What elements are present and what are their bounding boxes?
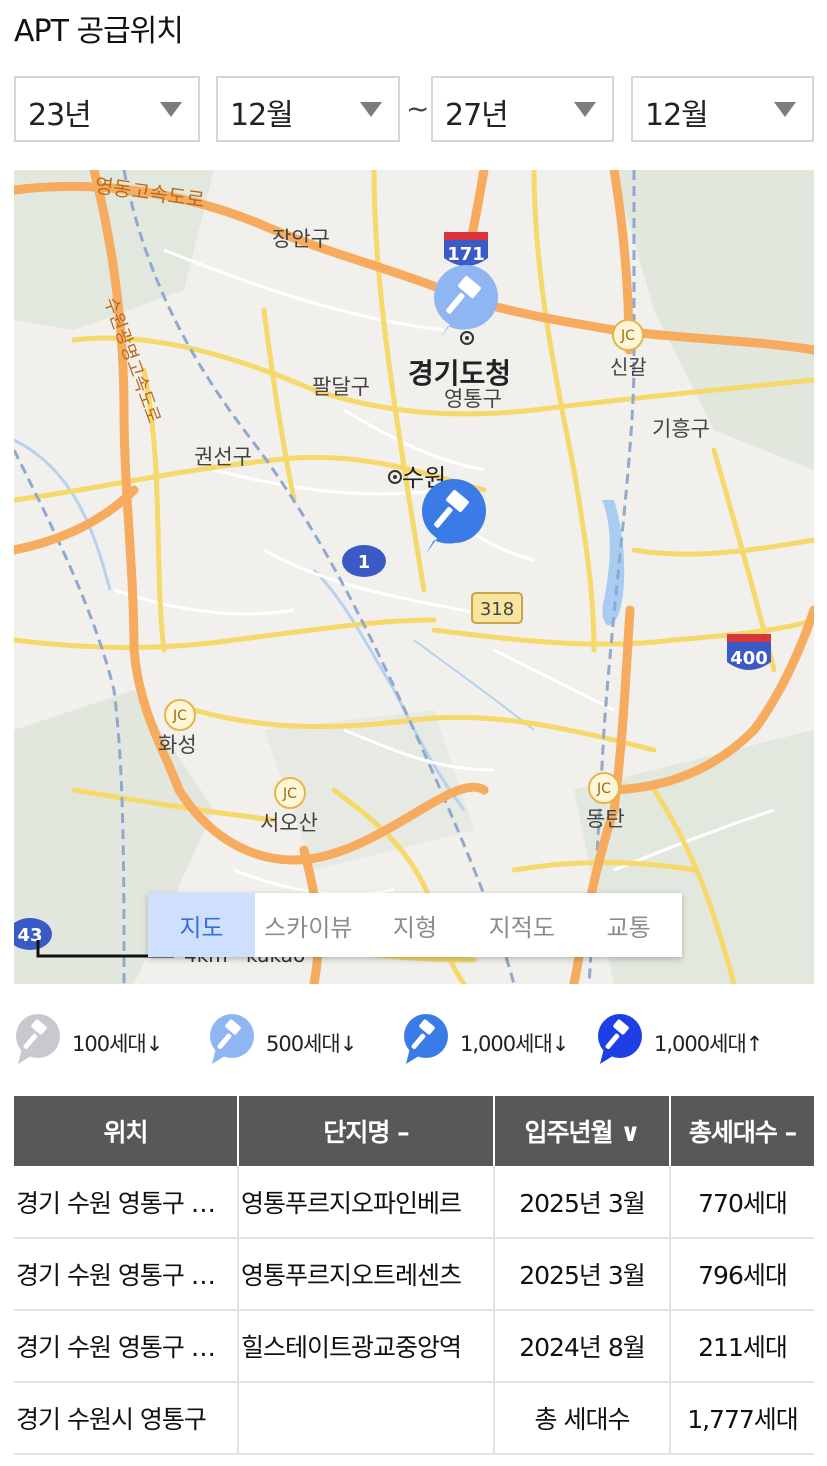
cell-total-households: 1,777세대	[670, 1382, 814, 1455]
gwonseon-label: 권선구	[194, 445, 252, 469]
dongtan-label: 동탄	[586, 807, 625, 831]
map-tab-map[interactable]: 지도	[148, 893, 255, 957]
end-year-select[interactable]: 27년	[431, 76, 614, 142]
col-header-movein[interactable]: 입주년월 ∨	[494, 1096, 671, 1166]
route-318-badge: 318	[480, 599, 514, 620]
suwon-expressway-label: 수원광명고속도로	[99, 295, 164, 427]
col-header-households[interactable]: 총세대수 –	[670, 1096, 814, 1166]
cell-total-label: 총 세대수	[494, 1382, 671, 1455]
map-tab-skyview[interactable]: 스카이뷰	[255, 893, 362, 957]
end-year-value: 27년	[445, 98, 509, 133]
cell-movein: 2024년 8월	[494, 1310, 671, 1383]
map-tab-terrain[interactable]: 지형	[362, 893, 469, 957]
svg-text:JC: JC	[596, 781, 611, 797]
dropdown-arrow-icon	[160, 102, 182, 117]
cell-households: 770세대	[670, 1166, 814, 1239]
cell-movein: 2025년 3월	[494, 1166, 671, 1239]
date-range-filter: 23년 12월 ~ 27년 12월	[14, 76, 814, 142]
cell-complex: 영통푸르지오트레센츠	[238, 1238, 495, 1311]
supply-pin-light-icon[interactable]	[434, 265, 498, 338]
table-row[interactable]: 경기 수원 영통구 이의동 영통푸르지오트레센츠 2025년 3월 796세대	[14, 1238, 814, 1311]
map-tab-traffic[interactable]: 교통	[575, 893, 682, 957]
svg-text:JC: JC	[620, 328, 635, 344]
start-year-select[interactable]: 23년	[14, 76, 200, 142]
cell-households: 211세대	[670, 1310, 814, 1383]
map-type-tabs: 지도 스카이뷰 지형 지적도 교통	[148, 893, 682, 957]
seosan-label: 서오산	[260, 811, 318, 835]
map-canvas[interactable]: 영동고속도로 장안구 수원광명고속도로 경기도청 영통구 팔달구 권선구 신갈 …	[14, 170, 814, 984]
end-month-select[interactable]: 12월	[631, 76, 814, 142]
supply-table: 위치 단지명 – 입주년월 ∨ 총세대수 – 경기 수원 영통구 이의동 영통푸…	[14, 1096, 814, 1455]
pin-dark-blue-icon	[598, 1014, 642, 1064]
svg-text:JC: JC	[172, 708, 187, 724]
svg-text:JC: JC	[282, 786, 297, 802]
cell-location: 경기 수원 영통구 이의동	[14, 1310, 239, 1383]
end-month-value: 12월	[645, 98, 709, 133]
table-row[interactable]: 경기 수원 영통구 이의동 힐스테이트광교중앙역 2024년 8월 211세대	[14, 1310, 814, 1383]
paldal-label: 팔달구	[312, 375, 370, 399]
legend-label: 1,000세대↑	[654, 1032, 763, 1056]
giheung-label: 기흥구	[652, 417, 710, 441]
map-tab-cadastral[interactable]: 지적도	[468, 893, 575, 957]
dropdown-arrow-icon	[574, 102, 596, 117]
range-separator: ~	[406, 92, 430, 125]
pin-legend: 100세대↓ 500세대↓ 1,000세대↓ 1,000세대↑	[14, 1010, 814, 1070]
route-400-badge: 400	[730, 648, 768, 669]
cell-movein: 2025년 3월	[494, 1238, 671, 1311]
cell-location: 경기 수원 영통구 이의동	[14, 1166, 239, 1239]
cell-complex: 영통푸르지오파인베르	[238, 1166, 495, 1239]
start-month-value: 12월	[230, 98, 294, 133]
hwaseong-label: 화성	[158, 733, 197, 757]
col-header-complex[interactable]: 단지명 –	[238, 1096, 495, 1166]
page-title: APT 공급위치	[14, 14, 184, 49]
table-header-row: 위치 단지명 – 입주년월 ∨ 총세대수 –	[14, 1096, 814, 1166]
start-month-select[interactable]: 12월	[216, 76, 400, 142]
cell-households: 796세대	[670, 1238, 814, 1311]
dropdown-arrow-icon	[774, 102, 796, 117]
jangan-label: 장안구	[272, 227, 330, 251]
cell-complex: 힐스테이트광교중앙역	[238, 1310, 495, 1383]
pin-gray-icon	[16, 1014, 60, 1064]
cell-location: 경기 수원 영통구 이의동	[14, 1238, 239, 1311]
col-header-location: 위치	[14, 1096, 239, 1166]
route-171-badge: 171	[447, 244, 485, 265]
start-year-value: 23년	[28, 98, 92, 133]
legend-label: 1,000세대↓	[460, 1032, 569, 1056]
route-1-badge: 1	[358, 552, 371, 573]
table-row[interactable]: 경기 수원 영통구 이의동 영통푸르지오파인베르 2025년 3월 770세대	[14, 1166, 814, 1239]
supply-pin-mid-icon[interactable]	[422, 479, 486, 554]
pin-light-blue-icon	[210, 1014, 254, 1064]
legend-label: 100세대↓	[72, 1032, 163, 1056]
map-view[interactable]: 영동고속도로 장안구 수원광명고속도로 경기도청 영통구 팔달구 권선구 신갈 …	[14, 170, 814, 984]
legend-label: 500세대↓	[266, 1032, 357, 1056]
yeongtong-label: 영통구	[444, 387, 502, 411]
table-total-row: 경기 수원시 영통구 총 세대수 1,777세대	[14, 1382, 814, 1455]
singal-label: 신갈	[610, 355, 647, 379]
cell-total-location: 경기 수원시 영통구	[14, 1382, 239, 1455]
cell-total-empty	[238, 1382, 495, 1455]
dropdown-arrow-icon	[360, 102, 382, 117]
pin-blue-icon	[404, 1014, 448, 1064]
gyeonggi-office-label: 경기도청	[408, 357, 511, 390]
